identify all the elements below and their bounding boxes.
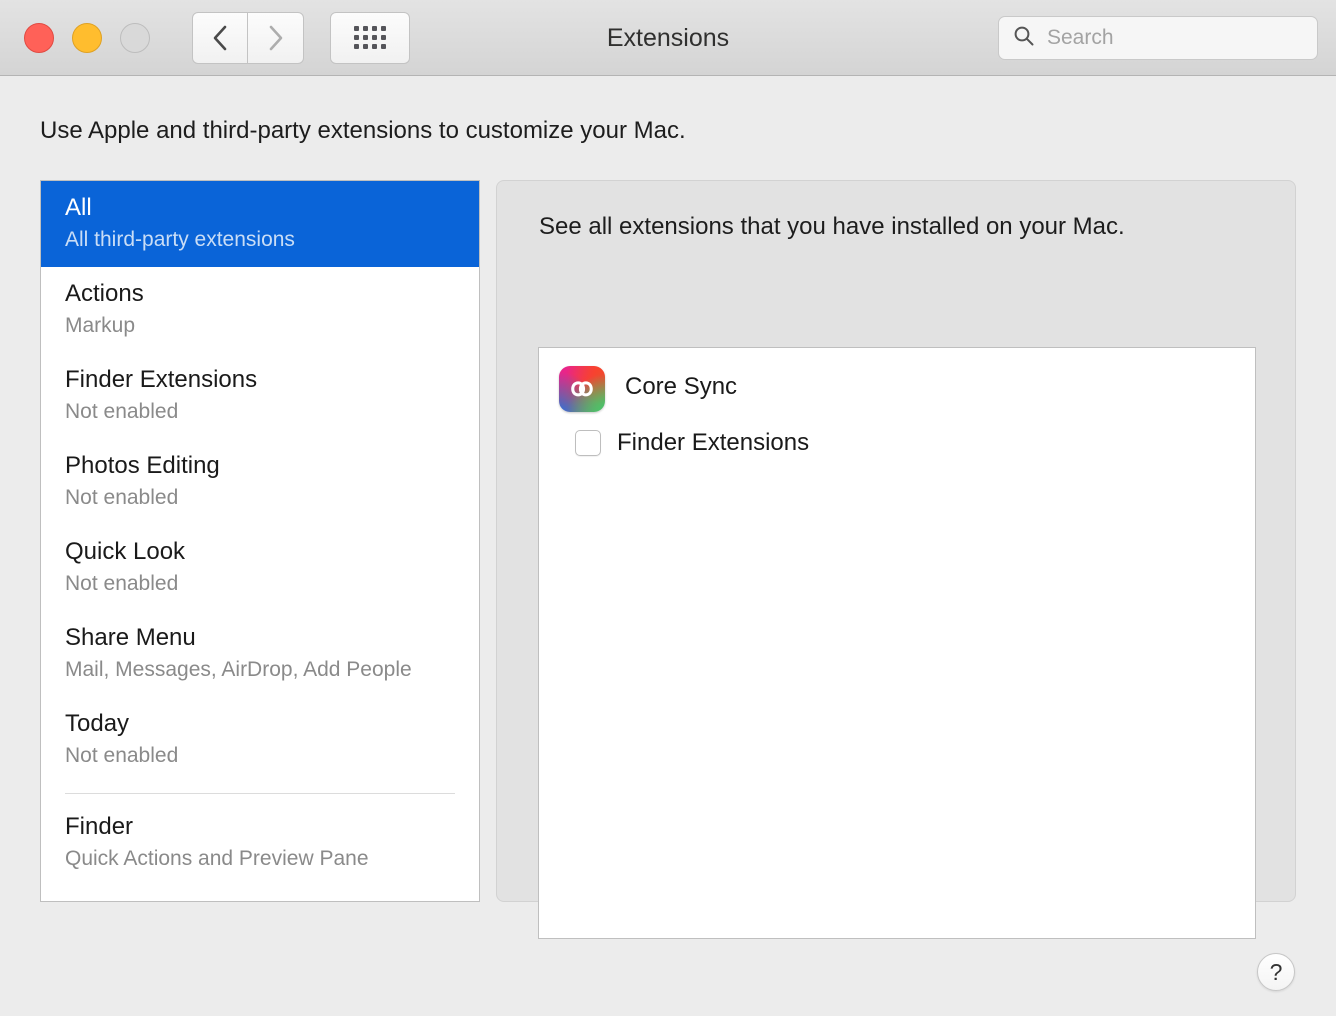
forward-button — [248, 11, 304, 64]
show-all-button[interactable] — [330, 11, 410, 64]
back-button[interactable] — [192, 11, 248, 64]
sidebar-item-share-menu[interactable]: Share Menu Mail, Messages, AirDrop, Add … — [41, 611, 479, 697]
help-button[interactable]: ? — [1257, 953, 1295, 991]
sidebar-item-subtitle: Not enabled — [65, 486, 179, 509]
intro-text: Use Apple and third-party extensions to … — [40, 117, 686, 144]
sidebar-item-subtitle: Markup — [65, 314, 136, 337]
sidebar-item-title: Quick Look — [65, 538, 186, 565]
sidebar-item-finder-extensions[interactable]: Finder Extensions Not enabled — [41, 353, 479, 439]
search-input[interactable] — [1047, 26, 1303, 50]
search-field[interactable] — [998, 16, 1318, 60]
sidebar-item-finder[interactable]: Finder Quick Actions and Preview Pane — [41, 800, 479, 886]
sidebar-item-quick-look[interactable]: Quick Look Not enabled — [41, 525, 479, 611]
search-icon — [1013, 25, 1035, 52]
sidebar-item-subtitle: Not enabled — [65, 572, 179, 595]
traffic-lights — [24, 22, 150, 53]
navigation-buttons — [192, 11, 304, 64]
list-item[interactable]: Core Sync Finder Extensions — [539, 348, 1255, 457]
extension-entry-core-sync: Core Sync — [539, 348, 1255, 412]
sidebar-item-subtitle: Not enabled — [65, 400, 179, 423]
detail-header: See all extensions that you have install… — [539, 213, 1125, 240]
sidebar-item-all[interactable]: All All third-party extensions — [41, 181, 479, 267]
grid-icon — [354, 26, 386, 49]
sidebar-item-title: All — [65, 194, 92, 221]
sidebar-item-actions[interactable]: Actions Markup — [41, 267, 479, 353]
close-button[interactable] — [24, 22, 54, 53]
preference-pane-body: Use Apple and third-party extensions to … — [0, 76, 1336, 1016]
sidebar-item-title: Finder — [65, 813, 134, 840]
sidebar-item-subtitle: All third-party extensions — [65, 228, 295, 251]
sidebar-item-title: Photos Editing — [65, 452, 220, 479]
sidebar-item-subtitle: Quick Actions and Preview Pane — [65, 847, 369, 870]
sidebar-item-title: Today — [65, 710, 130, 737]
adobe-creative-cloud-icon — [559, 366, 605, 412]
installed-extensions-list: Core Sync Finder Extensions — [538, 347, 1256, 939]
finder-extensions-checkbox[interactable] — [575, 430, 601, 456]
minimize-button[interactable] — [72, 22, 102, 53]
sidebar-item-title: Finder Extensions — [65, 366, 258, 393]
zoom-button — [120, 22, 150, 53]
extension-option-row[interactable]: Finder Extensions — [575, 429, 1255, 457]
sidebar-item-subtitle: Mail, Messages, AirDrop, Add People — [65, 658, 412, 681]
extension-detail-pane: See all extensions that you have install… — [496, 180, 1296, 939]
sidebar-item-title: Share Menu — [65, 624, 196, 651]
window-titlebar: Extensions — [0, 0, 1336, 76]
extension-name: Core Sync — [625, 373, 738, 400]
finder-extensions-label: Finder Extensions — [617, 429, 810, 456]
sidebar-item-title: Actions — [65, 280, 144, 307]
sidebar-item-today[interactable]: Today Not enabled — [41, 697, 479, 783]
chevron-right-icon — [266, 23, 286, 53]
extension-meta: Core Sync — [625, 366, 737, 402]
sidebar-divider — [65, 793, 455, 794]
sidebar-item-subtitle: Not enabled — [65, 744, 179, 767]
extension-category-list: All All third-party extensions Actions M… — [40, 180, 480, 902]
chevron-left-icon — [210, 23, 230, 53]
sidebar-item-photos-editing[interactable]: Photos Editing Not enabled — [41, 439, 479, 525]
